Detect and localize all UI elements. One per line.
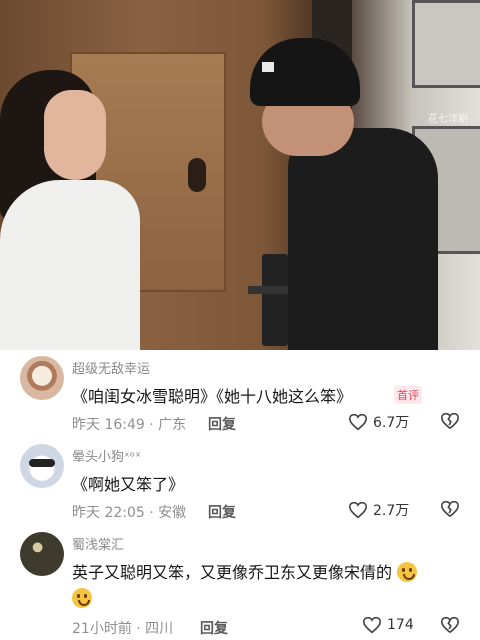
comment-text[interactable]: 《啊她又笨了》 [72,471,184,495]
comment-meta: 21小时前 · 四川 [72,621,174,637]
like-count: 6.7万 [373,415,410,431]
reply-button[interactable]: 回复 [200,618,228,638]
comment-username[interactable]: 晕头小狗ˣᵒˣ [72,446,141,465]
cap-logo [262,62,274,72]
comment-text-wrap[interactable]: 英子又聪明又笨，又更像乔卫东又更像宋倩的 [72,559,418,583]
dislike-broken-heart-icon[interactable] [440,500,460,518]
comment-meta: 昨天 22:05 · 安徽 [72,505,187,521]
avatar[interactable] [20,356,64,400]
like-button[interactable]: 6.7万 [348,412,409,432]
avatar[interactable] [20,532,64,576]
drooling-emoji-icon [72,588,92,608]
comment-username[interactable]: 超级无敌幸运 [72,358,150,377]
video-watermark: 花七洋剧 [428,114,468,125]
avatar[interactable] [20,444,64,488]
comment-item: 蜀浅棠汇 英子又聪明又笨，又更像乔卫东又更像宋倩的 21小时前 · 四川 回复 … [0,528,480,640]
like-count: 174 [387,617,414,633]
like-count: 2.7万 [373,503,410,519]
comment-text: 英子又聪明又笨，又更像乔卫东又更像宋倩的 [72,563,393,582]
reply-button[interactable]: 回复 [208,502,236,522]
comment-username[interactable]: 蜀浅棠汇 [72,534,124,553]
dislike-broken-heart-icon[interactable] [440,412,460,430]
dislike-broken-heart-icon[interactable] [440,616,460,634]
man-figure [288,128,438,350]
comment-text-continued [72,588,92,608]
heart-icon [348,501,368,519]
video-frame[interactable]: 花七洋剧 [0,0,480,350]
worried-emoji-icon [397,562,418,582]
door-handle-bar [248,286,288,294]
wall-panel [412,0,480,88]
reply-button[interactable]: 回复 [208,414,236,434]
comment-item: 超级无敌幸运 《咱闺女冰雪聪明》《她十八她这么笨》 首评 昨天 16:49 · … [0,352,480,442]
first-comment-badge: 首评 [394,386,422,404]
door-peephole [188,158,206,192]
like-button[interactable]: 2.7万 [348,500,409,520]
comment-text[interactable]: 《咱闺女冰雪聪明》《她十八她这么笨》 [72,383,352,407]
door-handle [262,254,288,346]
heart-icon [362,616,382,634]
woman-face [44,90,106,180]
woman-figure [0,180,140,350]
comment-meta: 昨天 16:49 · 广东 [72,417,187,433]
comment-item: 晕头小狗ˣᵒˣ 《啊她又笨了》 昨天 22:05 · 安徽 回复 2.7万 [0,440,480,528]
like-button[interactable]: 174 [362,616,414,634]
heart-icon [348,413,368,431]
